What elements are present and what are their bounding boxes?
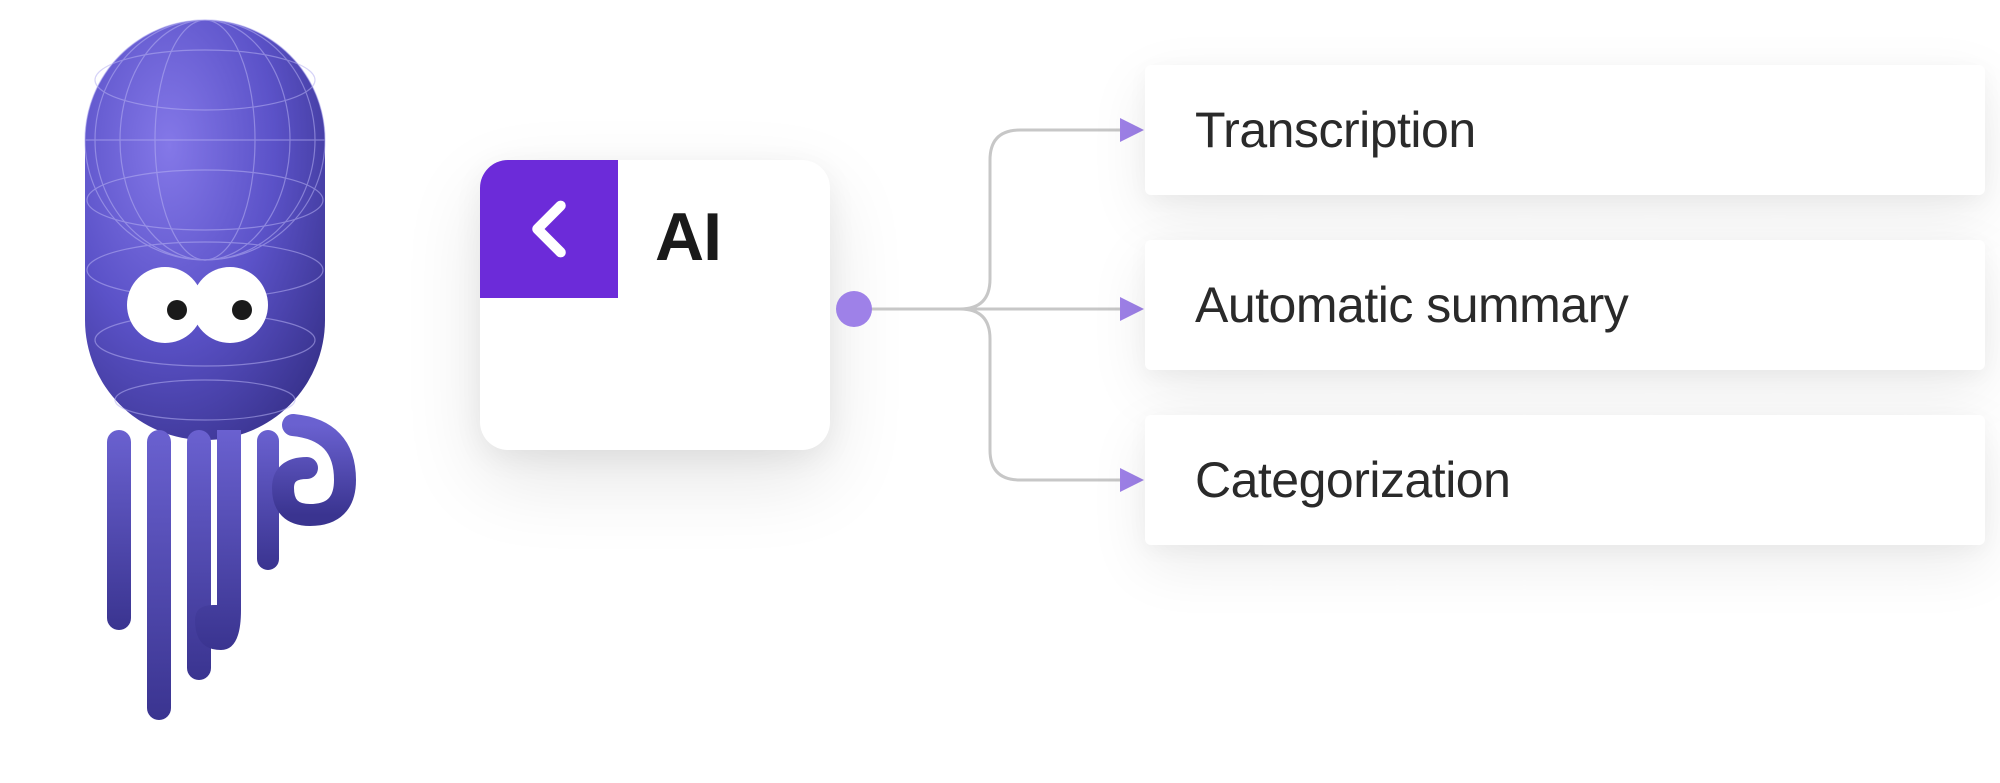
- diagram-container: AI Transcription Automatic summary Categ…: [0, 0, 2000, 783]
- feature-label: Categorization: [1195, 451, 1510, 509]
- features-list: Transcription Automatic summary Categori…: [1145, 65, 1985, 590]
- feature-label: Transcription: [1195, 101, 1476, 159]
- chevron-left-icon: [514, 194, 584, 264]
- feature-label: Automatic summary: [1195, 276, 1628, 334]
- ai-label: AI: [655, 198, 721, 276]
- feature-card-transcription: Transcription: [1145, 65, 1985, 195]
- ai-badge: [480, 160, 618, 298]
- feature-card-automatic-summary: Automatic summary: [1145, 240, 1985, 370]
- feature-card-categorization: Categorization: [1145, 415, 1985, 545]
- octopus-mascot-icon: [45, 10, 365, 750]
- connector-lines: [830, 100, 1150, 510]
- connector-origin-dot: [836, 291, 872, 327]
- ai-card: AI: [480, 160, 830, 450]
